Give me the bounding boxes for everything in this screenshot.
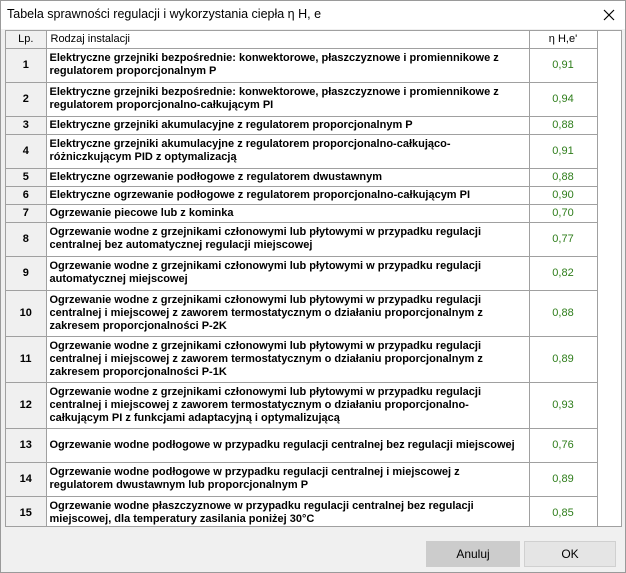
table-row[interactable]: 14 Ogrzewanie wodne podłogowe w przypadk… xyxy=(6,462,598,497)
row-number: 6 xyxy=(6,186,47,205)
table-row[interactable]: 3 Elektryczne grzejniki akumulacyjne z r… xyxy=(6,116,598,135)
row-number: 5 xyxy=(6,168,47,187)
row-number: 2 xyxy=(6,82,47,117)
efficiency-value-cell[interactable]: 0,94 xyxy=(529,82,598,117)
column-header-lp[interactable]: Lp. xyxy=(6,31,47,49)
row-number: 8 xyxy=(6,222,47,257)
dialog-footer: Anuluj OK xyxy=(2,532,624,572)
row-number: 4 xyxy=(6,134,47,169)
installation-type-cell: Ogrzewanie wodne podłogowe w przypadku r… xyxy=(46,462,530,497)
table-row[interactable]: 13 Ogrzewanie wodne podłogowe w przypadk… xyxy=(6,428,598,463)
row-number: 12 xyxy=(6,382,47,429)
table-row[interactable]: 4 Elektryczne grzejniki akumulacyjne z r… xyxy=(6,134,598,169)
table-row[interactable]: 2 Elektryczne grzejniki bezpośrednie: ko… xyxy=(6,82,598,117)
installation-type-cell: Elektryczne grzejniki akumulacyjne z reg… xyxy=(46,134,530,169)
installation-type-cell: Ogrzewanie wodne z grzejnikami członowym… xyxy=(46,256,530,291)
row-number: 7 xyxy=(6,204,47,223)
installation-type-cell: Ogrzewanie wodne z grzejnikami członowym… xyxy=(46,336,530,383)
row-number: 10 xyxy=(6,290,47,337)
close-button[interactable] xyxy=(593,1,625,29)
installation-type-cell: Ogrzewanie wodne płaszczyznowe w przypad… xyxy=(46,496,530,526)
efficiency-value-cell[interactable]: 0,93 xyxy=(529,382,598,429)
column-header-efficiency[interactable]: η H,e' xyxy=(529,31,598,49)
efficiency-value-cell[interactable]: 0,91 xyxy=(529,48,598,83)
title-bar: Tabela sprawności regulacji i wykorzysta… xyxy=(1,1,625,29)
table-row[interactable]: 6 Elektryczne ogrzewanie podłogowe z reg… xyxy=(6,186,598,205)
installation-type-cell: Elektryczne grzejniki akumulacyjne z reg… xyxy=(46,116,530,135)
table-row[interactable]: 15 Ogrzewanie wodne płaszczyznowe w przy… xyxy=(6,496,598,526)
table-row[interactable]: 8 Ogrzewanie wodne z grzejnikami członow… xyxy=(6,222,598,257)
table-row[interactable]: 12 Ogrzewanie wodne z grzejnikami człono… xyxy=(6,382,598,429)
installation-type-cell: Elektryczne ogrzewanie podłogowe z regul… xyxy=(46,186,530,205)
installation-type-cell: Elektryczne grzejniki bezpośrednie: konw… xyxy=(46,82,530,117)
column-header-installation-type[interactable]: Rodzaj instalacji xyxy=(46,31,530,49)
dialog-window: Tabela sprawności regulacji i wykorzysta… xyxy=(0,0,626,573)
table-row[interactable]: 9 Ogrzewanie wodne z grzejnikami członow… xyxy=(6,256,598,291)
installation-type-cell: Elektryczne ogrzewanie podłogowe z regul… xyxy=(46,168,530,187)
installation-type-cell: Ogrzewanie piecowe lub z kominka xyxy=(46,204,530,223)
table-row[interactable]: 5 Elektryczne ogrzewanie podłogowe z reg… xyxy=(6,168,598,187)
ok-button[interactable]: OK xyxy=(524,541,616,567)
efficiency-table: Lp. Rodzaj instalacji η H,e' 1 Elektrycz… xyxy=(6,31,598,526)
cancel-button[interactable]: Anuluj xyxy=(426,541,520,567)
efficiency-value-cell[interactable]: 0,90 xyxy=(529,186,598,205)
efficiency-value-cell[interactable]: 0,91 xyxy=(529,134,598,169)
row-number: 3 xyxy=(6,116,47,135)
efficiency-value-cell[interactable]: 0,89 xyxy=(529,336,598,383)
installation-type-cell: Ogrzewanie wodne z grzejnikami członowym… xyxy=(46,382,530,429)
table-row[interactable]: 1 Elektryczne grzejniki bezpośrednie: ko… xyxy=(6,48,598,83)
efficiency-value-cell[interactable]: 0,76 xyxy=(529,428,598,463)
efficiency-value-cell[interactable]: 0,70 xyxy=(529,204,598,223)
row-number: 1 xyxy=(6,48,47,83)
row-number: 15 xyxy=(6,496,47,526)
efficiency-value-cell[interactable]: 0,77 xyxy=(529,222,598,257)
efficiency-value-cell[interactable]: 0,88 xyxy=(529,168,598,187)
efficiency-value-cell[interactable]: 0,89 xyxy=(529,462,598,497)
efficiency-value-cell[interactable]: 0,85 xyxy=(529,496,598,526)
row-number: 13 xyxy=(6,428,47,463)
row-number: 11 xyxy=(6,336,47,383)
table-row[interactable]: 10 Ogrzewanie wodne z grzejnikami człono… xyxy=(6,290,598,337)
installation-type-cell: Elektryczne grzejniki bezpośrednie: konw… xyxy=(46,48,530,83)
installation-type-cell: Ogrzewanie wodne z grzejnikami członowym… xyxy=(46,290,530,337)
row-number: 14 xyxy=(6,462,47,497)
efficiency-value-cell[interactable]: 0,88 xyxy=(529,290,598,337)
close-icon xyxy=(603,9,615,21)
row-number: 9 xyxy=(6,256,47,291)
efficiency-value-cell[interactable]: 0,82 xyxy=(529,256,598,291)
table-row[interactable]: 7 Ogrzewanie piecowe lub z kominka 0,70 xyxy=(6,204,598,223)
efficiency-table-grid[interactable]: Lp. Rodzaj instalacji η H,e' 1 Elektrycz… xyxy=(5,30,622,527)
table-row[interactable]: 11 Ogrzewanie wodne z grzejnikami człono… xyxy=(6,336,598,383)
installation-type-cell: Ogrzewanie wodne z grzejnikami członowym… xyxy=(46,222,530,257)
installation-type-cell: Ogrzewanie wodne podłogowe w przypadku r… xyxy=(46,428,530,463)
efficiency-value-cell[interactable]: 0,88 xyxy=(529,116,598,135)
window-title: Tabela sprawności regulacji i wykorzysta… xyxy=(7,7,322,21)
